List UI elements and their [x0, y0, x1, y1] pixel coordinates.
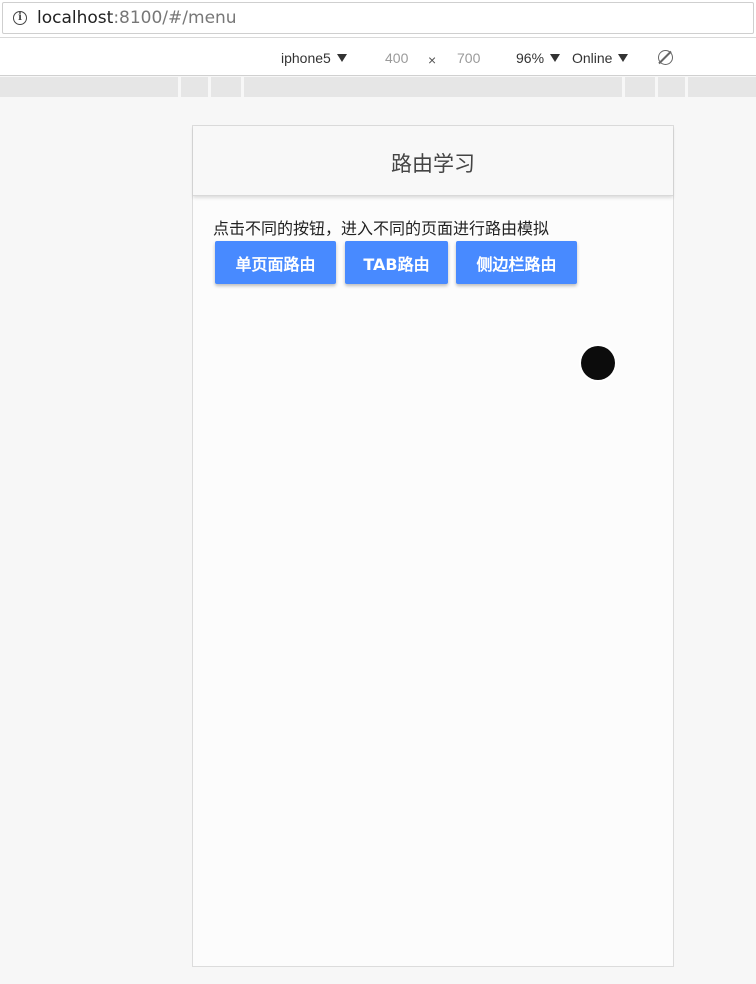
zoom-select-value: 96% [516, 50, 545, 66]
media-divider [178, 77, 181, 97]
network-select[interactable]: Online [572, 50, 629, 66]
device-viewport: 路由学习 点击不同的按钮，进入不同的页面进行路由模拟 单页面路由 TAB路由 侧… [192, 125, 674, 967]
height-input[interactable]: 700 [457, 50, 480, 66]
tab-route-button[interactable]: TAB路由 [345, 241, 448, 284]
rotate-icon[interactable] [658, 50, 673, 65]
chevron-down-icon [336, 54, 347, 62]
media-query-bar[interactable] [0, 77, 756, 97]
zoom-select[interactable]: 96% [516, 50, 561, 66]
app-header: 路由学习 [193, 126, 673, 196]
device-toolbar: iphone5 400 × 700 96% Online [0, 38, 756, 76]
url-field[interactable]: i localhost:8100/#/menu [2, 2, 754, 34]
device-select[interactable]: iphone5 [281, 50, 347, 66]
single-page-route-button[interactable]: 单页面路由 [215, 241, 336, 284]
media-divider [622, 77, 625, 97]
page-title: 路由学习 [391, 152, 475, 176]
sidemenu-route-button[interactable]: 侧边栏路由 [456, 241, 577, 284]
info-icon[interactable]: i [13, 11, 27, 25]
network-select-value: Online [572, 50, 613, 66]
browser-address-bar: i localhost:8100/#/menu [0, 0, 756, 38]
width-input[interactable]: 400 [385, 50, 408, 66]
touch-cursor-icon [581, 346, 615, 380]
page-description: 点击不同的按钮，进入不同的页面进行路由模拟 [213, 219, 550, 238]
media-divider [208, 77, 211, 97]
chevron-down-icon [550, 54, 561, 62]
media-divider [685, 77, 688, 97]
url-path: :8100/#/menu [113, 8, 237, 28]
chevron-down-icon [618, 54, 629, 62]
media-divider [241, 77, 244, 97]
media-divider [655, 77, 658, 97]
url-text[interactable]: localhost:8100/#/menu [37, 8, 237, 28]
url-host: localhost [37, 8, 114, 28]
device-select-value: iphone5 [281, 50, 331, 66]
dimension-separator: × [428, 52, 437, 68]
